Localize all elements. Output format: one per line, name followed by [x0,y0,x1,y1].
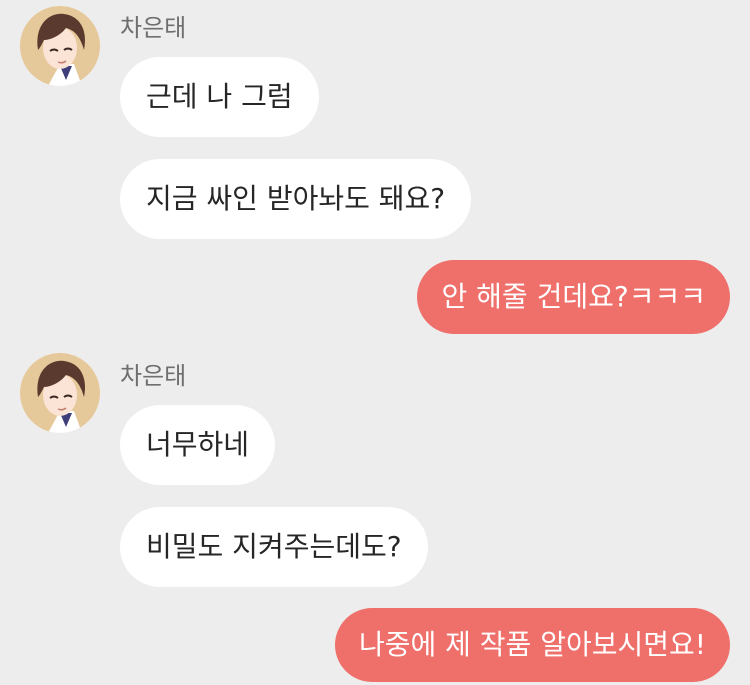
incoming-message-bubble[interactable]: 지금 싸인 받아놔도 돼요? [120,159,472,239]
contact-avatar[interactable] [20,6,100,86]
anime-boy-avatar-icon [20,6,100,86]
contact-avatar[interactable] [20,353,100,433]
sender-name: 차은태 [120,14,187,42]
sender-name: 차은태 [120,362,187,390]
incoming-message-bubble[interactable]: 너무하네 [120,405,276,485]
incoming-message-bubble[interactable]: 비밀도 지켜주는데도? [120,507,428,587]
incoming-message-bubble[interactable]: 근데 나 그럼 [120,57,319,137]
anime-boy-avatar-icon [20,353,100,433]
outgoing-message-bubble[interactable]: 나중에 제 작품 알아보시면요! [334,608,730,682]
outgoing-message-bubble[interactable]: 안 해줄 건데요?ㅋㅋㅋ [417,260,730,334]
